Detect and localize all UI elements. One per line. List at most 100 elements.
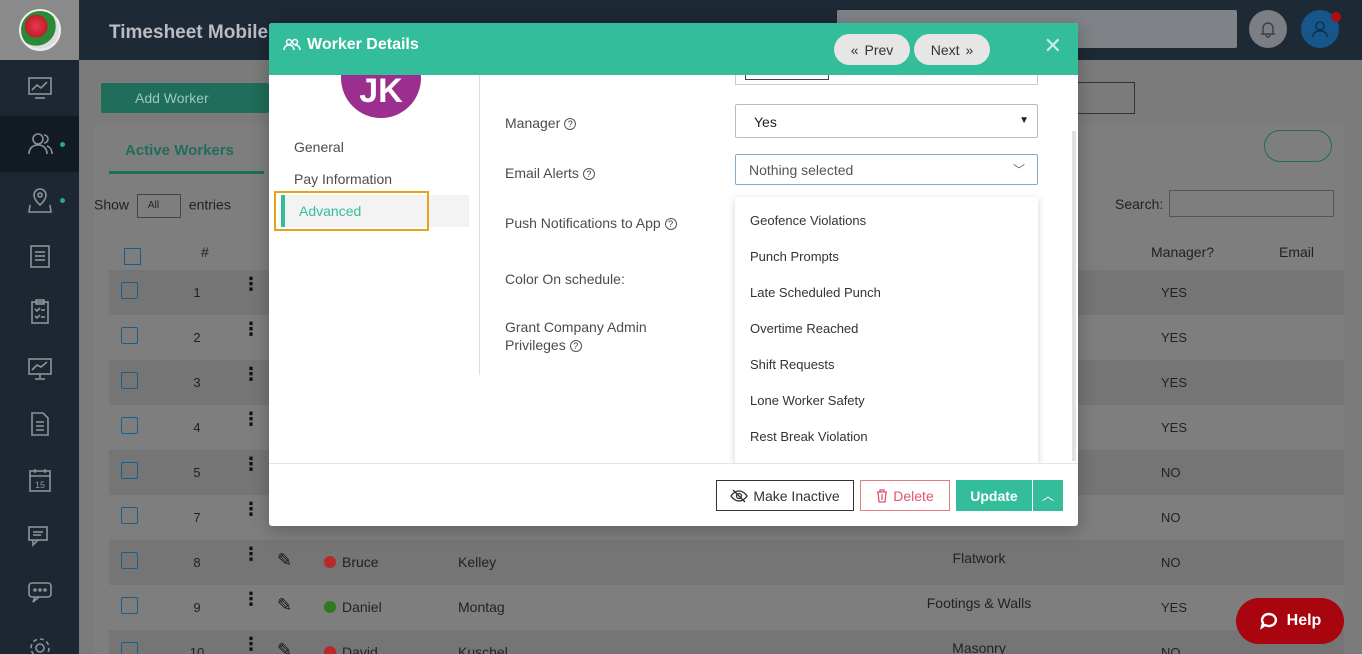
modal-scrollbar[interactable]	[1072, 131, 1076, 461]
sidebar-item-settings[interactable]	[0, 620, 79, 654]
sidebar-item-workers[interactable]	[0, 116, 79, 172]
document-icon	[30, 412, 49, 436]
dropdown-option[interactable]: Geofence Violations	[750, 213, 866, 228]
entries-select[interactable]: All	[136, 194, 181, 218]
first-name: Bruce	[342, 554, 379, 570]
row-actions-button[interactable]: ⋮	[242, 545, 260, 563]
row-actions-button[interactable]: ⋮	[242, 365, 260, 383]
update-options-button[interactable]: ︿	[1033, 480, 1063, 511]
prev-button[interactable]: « Prev	[834, 34, 910, 65]
row-checkbox[interactable]	[121, 507, 138, 524]
prev-label: Prev	[864, 41, 894, 58]
row-number: 5	[193, 465, 201, 480]
sidebar-item-map[interactable]	[0, 172, 79, 228]
edit-pencil-icon[interactable]: ✎	[277, 640, 292, 654]
email-alerts-label: Email Alerts?	[505, 164, 595, 182]
sidebar-item-chat[interactable]	[0, 564, 79, 620]
manager-value: YES	[1161, 600, 1188, 615]
app-logo[interactable]	[0, 0, 79, 60]
row-checkbox[interactable]	[121, 552, 138, 569]
row-checkbox[interactable]	[121, 372, 138, 389]
caret-down-icon: ▼	[1019, 115, 1029, 126]
manager-select[interactable]: Yes ▼	[735, 104, 1038, 138]
update-button[interactable]: Update	[956, 480, 1032, 511]
avatar-initials: JK	[359, 75, 403, 110]
notifications-button[interactable]	[1249, 10, 1287, 48]
tab-active-workers[interactable]: Active Workers	[109, 134, 264, 174]
first-name: David	[342, 644, 378, 654]
dropdown-option[interactable]: Late Scheduled Punch	[750, 285, 881, 300]
last-name: Kuschel	[458, 644, 508, 654]
manager-value: YES	[1161, 285, 1188, 300]
row-actions-button[interactable]: ⋮	[242, 320, 260, 338]
row-actions-button[interactable]: ⋮	[242, 410, 260, 428]
column-hash[interactable]: #	[201, 244, 209, 260]
delete-button[interactable]: Delete	[860, 480, 950, 511]
help-button[interactable]: Help	[1236, 598, 1344, 644]
previous-field[interactable]	[735, 75, 1038, 85]
modal-title: Worker Details	[283, 36, 419, 54]
row-number: 2	[193, 330, 201, 345]
nav-pay-information[interactable]: Pay Information	[294, 171, 392, 187]
dropdown-option[interactable]: Lone Worker Safety	[750, 393, 865, 408]
row-checkbox[interactable]	[121, 327, 138, 344]
previous-field-inner	[745, 75, 829, 80]
row-actions-button[interactable]: ⋮	[242, 275, 260, 293]
manager-value: NO	[1161, 510, 1181, 525]
app-title: Timesheet Mobile	[109, 22, 269, 43]
make-inactive-button[interactable]: Make Inactive	[716, 480, 854, 511]
add-worker-button[interactable]: Add Worker	[101, 83, 269, 113]
push-label-text: Push Notifications to App	[505, 215, 661, 231]
help-circle-icon[interactable]: ?	[564, 118, 577, 130]
last-name: Kelley	[458, 554, 497, 570]
update-label: Update	[970, 487, 1018, 504]
dropdown-option[interactable]: Punch Prompts	[750, 249, 839, 264]
show-label: Show	[94, 196, 130, 213]
table-row[interactable]: 8 ⋮ ✎ Bruce Kelley Flatwork NO	[109, 540, 1344, 585]
row-checkbox[interactable]	[121, 282, 138, 299]
nav-general[interactable]: General	[294, 139, 344, 155]
sidebar-item-messages[interactable]	[0, 508, 79, 564]
show-entries: Show All entries	[94, 194, 231, 218]
row-actions-button[interactable]: ⋮	[242, 590, 260, 608]
job-name: Footings & Walls	[926, 595, 1032, 611]
row-actions-button[interactable]: ⋮	[242, 635, 260, 653]
help-circle-icon[interactable]: ?	[664, 218, 677, 230]
next-button[interactable]: Next »	[914, 34, 990, 65]
sidebar-item-timesheets[interactable]	[0, 228, 79, 284]
help-circle-icon[interactable]: ?	[569, 340, 582, 352]
table-search-input[interactable]	[1169, 190, 1334, 217]
row-number: 8	[193, 555, 201, 570]
column-manager[interactable]: Manager?	[1151, 244, 1214, 260]
row-checkbox[interactable]	[121, 417, 138, 434]
column-email[interactable]: Email	[1279, 244, 1314, 260]
dropdown-option[interactable]: Overtime Reached	[750, 321, 858, 336]
table-row[interactable]: 10 ⋮ ✎ David Kuschel Masonry NO	[109, 630, 1344, 654]
clipboard-icon	[30, 299, 49, 324]
dropdown-option[interactable]: Shift Requests	[750, 357, 835, 372]
dropdown-option[interactable]: Rest Break Violation	[750, 429, 868, 444]
user-menu-button[interactable]	[1301, 10, 1341, 48]
edit-pencil-icon[interactable]: ✎	[277, 550, 292, 571]
sidebar-item-reports[interactable]	[0, 340, 79, 396]
manager-value: YES	[1161, 375, 1188, 390]
filter-select[interactable]	[1075, 82, 1135, 114]
row-actions-button[interactable]: ⋮	[242, 500, 260, 518]
table-row[interactable]: 9 ⋮ ✎ Daniel Montag Footings & Walls YES	[109, 585, 1344, 630]
users-icon	[283, 38, 301, 51]
select-all-checkbox[interactable]	[124, 248, 141, 265]
sidebar-item-dashboard[interactable]	[0, 60, 79, 116]
row-actions-button[interactable]: ⋮	[242, 455, 260, 473]
close-icon[interactable]: ✕	[1044, 33, 1062, 59]
sidebar-item-schedule[interactable]: 15	[0, 452, 79, 508]
sidebar-item-tasks[interactable]	[0, 284, 79, 340]
sidebar-item-documents[interactable]	[0, 396, 79, 452]
help-circle-icon[interactable]: ?	[582, 168, 595, 180]
timesheet-icon	[29, 245, 50, 268]
edit-pencil-icon[interactable]: ✎	[277, 595, 292, 616]
row-checkbox[interactable]	[121, 642, 138, 654]
row-checkbox[interactable]	[121, 597, 138, 614]
email-alerts-select[interactable]: Nothing selected ﹀	[735, 154, 1038, 185]
expand-button[interactable]	[1264, 130, 1332, 162]
row-checkbox[interactable]	[121, 462, 138, 479]
